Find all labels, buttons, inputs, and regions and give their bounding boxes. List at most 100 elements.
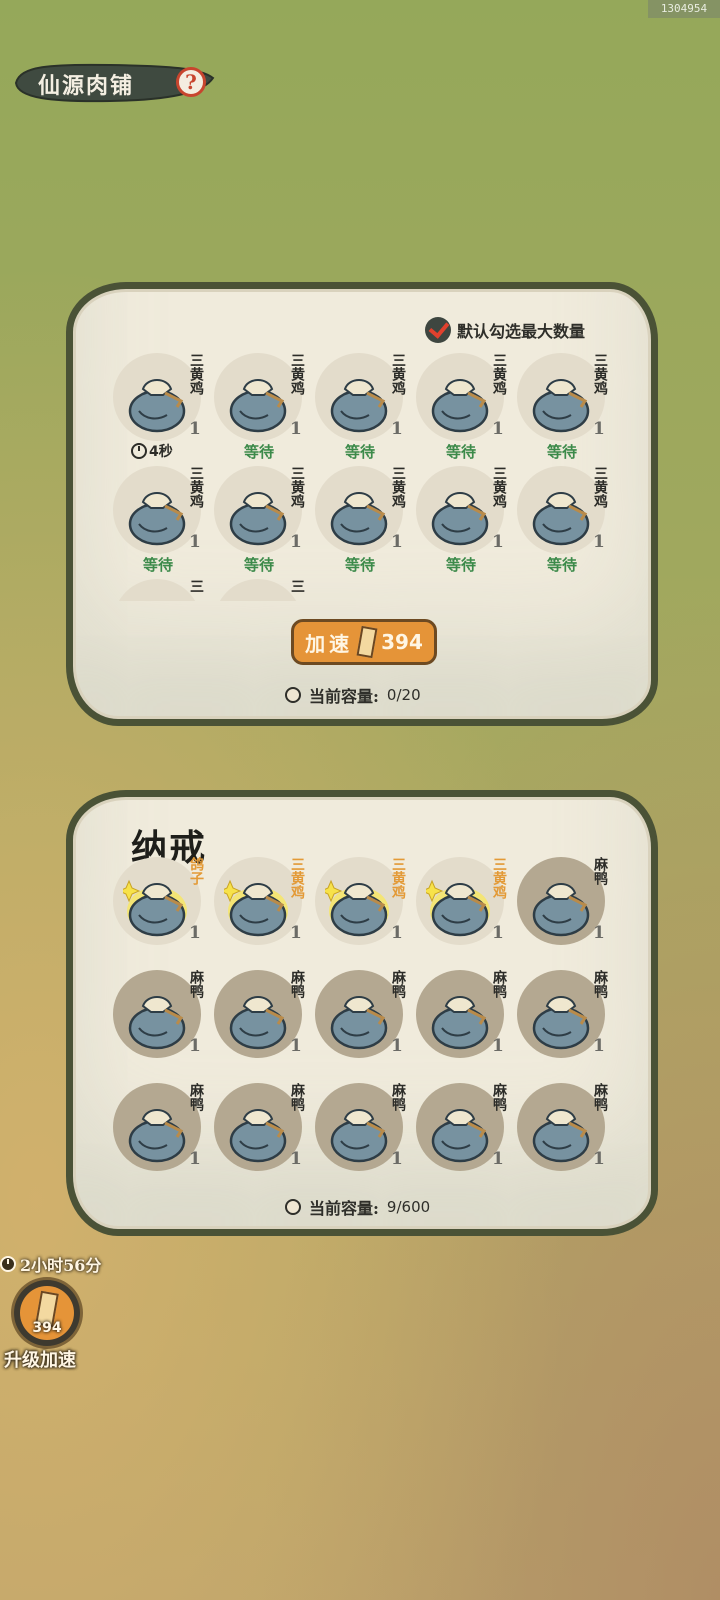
upgrade-speed-label[interactable]: 升级加速 xyxy=(4,1346,76,1372)
item-name: 麻鸭 xyxy=(390,1083,406,1111)
slot-timer: 4秒 xyxy=(131,441,173,461)
shop-slot[interactable]: 三黄鸡 1 等待 xyxy=(214,466,314,576)
clock-icon xyxy=(0,1256,16,1272)
ring-capacity: 当前容量: 9/600 xyxy=(285,1195,430,1219)
ring-slot[interactable]: 鸽子 1 xyxy=(113,857,213,967)
item-quantity: 1 xyxy=(189,1149,201,1169)
meat-bag-icon xyxy=(527,1097,597,1167)
item-quantity: 1 xyxy=(492,1036,504,1056)
meat-bag-icon xyxy=(325,367,395,437)
item-quantity: 1 xyxy=(391,419,403,439)
item-quantity: 1 xyxy=(593,532,605,552)
speed-up-button[interactable]: 加速 394 xyxy=(291,619,437,665)
shop-slot[interactable]: 三黄鸡 1 等待 xyxy=(315,353,415,463)
meat-bag-icon xyxy=(319,871,395,941)
default-select-max-toggle[interactable]: 默认勾选最大数量 xyxy=(425,317,585,343)
item-quantity: 1 xyxy=(290,1036,302,1056)
checkbox-checked-icon[interactable] xyxy=(425,317,451,343)
clock-icon xyxy=(131,443,147,459)
meat-bag-icon xyxy=(123,593,193,601)
pouch-icon xyxy=(285,1199,301,1215)
ring-slot[interactable]: 三黄鸡 1 xyxy=(214,857,314,967)
meat-bag-icon xyxy=(426,480,496,550)
shop-slot[interactable]: 三黄鸡 1 等待 xyxy=(517,466,617,576)
meat-bag-icon xyxy=(224,367,294,437)
shop-slot[interactable]: 三 xyxy=(113,579,213,601)
item-name: 三 xyxy=(188,579,204,593)
item-quantity: 1 xyxy=(593,1149,605,1169)
shop-slot[interactable]: 三黄鸡 1 等待 xyxy=(113,466,213,576)
shop-capacity-label: 当前容量: xyxy=(309,687,379,706)
ring-slot[interactable]: 麻鸭 1 xyxy=(113,1083,213,1187)
item-quantity: 1 xyxy=(492,923,504,943)
wait-status: 等待 xyxy=(445,443,476,461)
ring-capacity-label: 当前容量: xyxy=(309,1199,379,1218)
ring-slot[interactable]: 三黄鸡 1 xyxy=(416,857,516,967)
shop-slot[interactable]: 三 xyxy=(214,579,314,601)
wait-status: 等待 xyxy=(344,556,375,574)
wait-status: 等待 xyxy=(243,443,274,461)
shop-capacity: 当前容量: 0/20 xyxy=(285,683,421,707)
wait-status: 等待 xyxy=(344,443,375,461)
item-quantity: 1 xyxy=(492,419,504,439)
item-name: 鸽子 xyxy=(188,857,204,885)
speed-up-label: 加速 xyxy=(305,631,354,656)
shop-panel: 默认勾选最大数量 三黄鸡 1 4秒 三黄鸡 1 等待 三黄鸡 1 等待 三黄鸡 1 等待 三黄鸡 1 等待三… xyxy=(66,282,658,726)
item-quantity: 1 xyxy=(391,532,403,552)
item-quantity: 1 xyxy=(593,923,605,943)
item-name: 三黄鸡 xyxy=(390,353,406,395)
title-banner: 仙源肉铺 ? xyxy=(10,60,215,106)
item-name: 麻鸭 xyxy=(491,970,507,998)
ring-slot[interactable]: 麻鸭 1 xyxy=(517,970,617,1080)
ring-slot[interactable]: 麻鸭 1 xyxy=(416,1083,516,1187)
shop-slot[interactable]: 三黄鸡 1 等待 xyxy=(517,353,617,463)
shop-slot[interactable]: 三黄鸡 1 等待 xyxy=(416,466,516,576)
ring-slot[interactable]: 麻鸭 1 xyxy=(214,1083,314,1187)
upgrade-speed-button[interactable]: 394 xyxy=(14,1280,80,1346)
item-name: 三黄鸡 xyxy=(390,466,406,508)
ring-slot[interactable]: 麻鸭 1 xyxy=(315,970,415,1080)
meat-bag-icon xyxy=(123,480,193,550)
item-name: 麻鸭 xyxy=(289,1083,305,1111)
meat-bag-icon xyxy=(426,984,496,1054)
meat-bag-icon xyxy=(224,480,294,550)
item-quantity: 1 xyxy=(391,1149,403,1169)
ring-slot[interactable]: 麻鸭 1 xyxy=(517,857,617,967)
help-icon[interactable]: ? xyxy=(176,67,206,97)
ring-slot[interactable]: 三黄鸡 1 xyxy=(315,857,415,967)
shop-slot[interactable]: 三黄鸡 1 等待 xyxy=(214,353,314,463)
wait-status: 等待 xyxy=(142,556,173,574)
meat-bag-icon xyxy=(117,871,193,941)
meat-bag-icon xyxy=(527,871,597,941)
item-quantity: 1 xyxy=(290,419,302,439)
meat-bag-icon xyxy=(224,593,294,601)
meat-bag-icon xyxy=(426,367,496,437)
item-quantity: 1 xyxy=(391,1036,403,1056)
item-name: 麻鸭 xyxy=(491,1083,507,1111)
ring-slot[interactable]: 麻鸭 1 xyxy=(214,970,314,1080)
item-name: 三 xyxy=(289,579,305,593)
meat-bag-icon xyxy=(527,984,597,1054)
ring-slot[interactable]: 麻鸭 1 xyxy=(315,1083,415,1187)
ring-slot[interactable]: 麻鸭 1 xyxy=(113,970,213,1080)
wait-status: 等待 xyxy=(243,556,274,574)
upgrade-timer: 2小时56分 xyxy=(0,1252,101,1276)
ring-slot[interactable]: 麻鸭 1 xyxy=(517,1083,617,1187)
speed-up-cost: 394 xyxy=(381,630,423,654)
meat-bag-icon xyxy=(123,367,193,437)
shop-slot-grid: 三黄鸡 1 4秒 三黄鸡 1 等待 三黄鸡 1 等待 三黄鸡 1 等待 三黄鸡 1 等待 三黄鸡 1 等待 三黄鸡 1… xyxy=(113,353,623,601)
wait-status: 等待 xyxy=(445,556,476,574)
shop-slot[interactable]: 三黄鸡 1 等待 xyxy=(416,353,516,463)
wait-status: 等待 xyxy=(546,443,577,461)
shop-slot[interactable]: 三黄鸡 1 等待 xyxy=(315,466,415,576)
meat-bag-icon xyxy=(527,480,597,550)
item-name: 三黄鸡 xyxy=(188,353,204,395)
item-name: 三黄鸡 xyxy=(592,466,608,508)
shop-slot[interactable]: 三黄鸡 1 4秒 xyxy=(113,353,213,463)
ring-slot[interactable]: 麻鸭 1 xyxy=(416,970,516,1080)
meat-bag-icon xyxy=(325,480,395,550)
item-name: 麻鸭 xyxy=(188,1083,204,1111)
item-quantity: 1 xyxy=(593,1036,605,1056)
meat-bag-icon xyxy=(218,871,294,941)
item-name: 三黄鸡 xyxy=(491,857,507,899)
